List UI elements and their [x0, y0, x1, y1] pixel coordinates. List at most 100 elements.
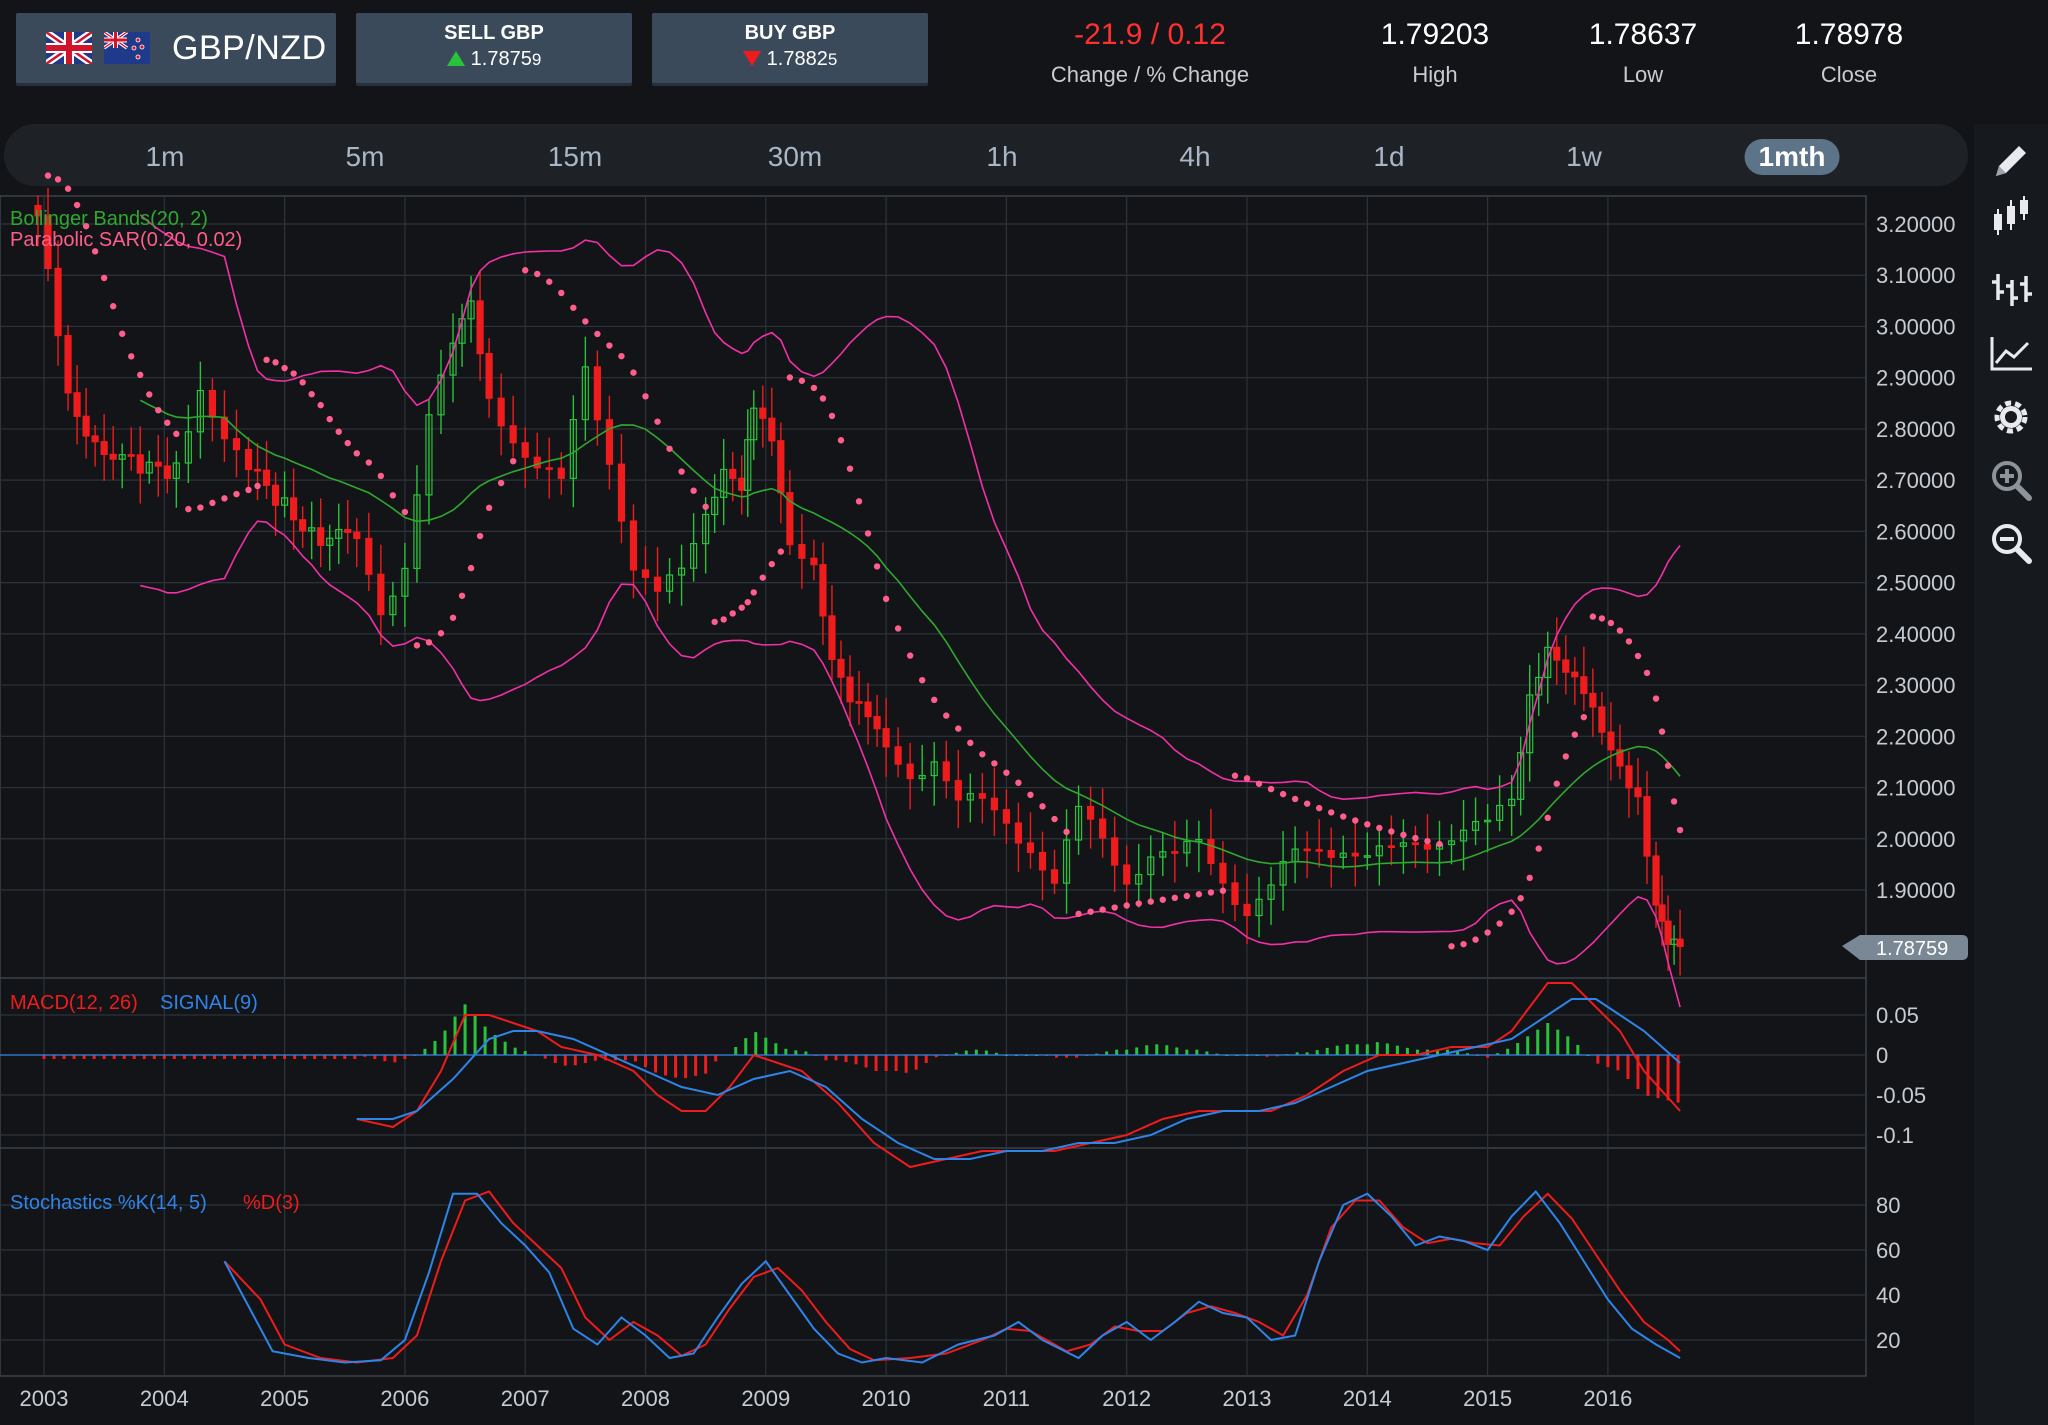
- sar-dot: [1472, 936, 1479, 943]
- sar-dot: [1652, 695, 1660, 702]
- macd-histogram-bar: [1626, 1055, 1630, 1079]
- sar-dot: [882, 595, 890, 603]
- candle-body: [100, 441, 108, 455]
- sar-dot: [943, 712, 950, 719]
- sar-dot: [678, 468, 685, 475]
- macd-histogram-bar: [1656, 1055, 1660, 1099]
- macd-histogram-bar: [694, 1055, 698, 1076]
- zoom-in-icon[interactable]: [1988, 457, 2034, 503]
- candle-body: [365, 537, 373, 575]
- price-chart[interactable]: 2003 2004 2005 2006 2007 2008 2009 2010 2011 2012…: [0, 0, 1970, 1425]
- candle-body: [509, 425, 517, 444]
- candle-body: [1002, 809, 1011, 824]
- candle-body: [377, 573, 385, 616]
- x-tick-label: 2013: [1223, 1386, 1272, 1411]
- sar-dot: [918, 676, 926, 684]
- macd-histogram-bar: [383, 1055, 387, 1062]
- macd-tick-label: 0: [1876, 1043, 1888, 1068]
- x-tick-label: 2004: [140, 1386, 189, 1411]
- sar-dot: [1171, 894, 1179, 902]
- sar-dot: [1589, 613, 1597, 620]
- macd-histogram-bar: [964, 1050, 968, 1055]
- candle-body: [837, 658, 845, 678]
- sar-dot: [344, 439, 351, 447]
- sar-dot: [1412, 834, 1419, 842]
- sar-dot: [485, 504, 493, 512]
- sar-dot: [1400, 831, 1407, 839]
- sar-dot: [759, 574, 766, 581]
- macd-line: [356, 982, 1681, 1169]
- sar-dot: [1255, 780, 1263, 787]
- macd-histogram-bar: [1576, 1045, 1580, 1055]
- sar-dot: [1664, 762, 1672, 769]
- macd-histogram-bar: [1375, 1042, 1379, 1055]
- sar-dot: [1183, 892, 1191, 900]
- candle-body: [163, 465, 171, 479]
- sar-dot: [786, 374, 794, 381]
- sar-dot: [522, 267, 529, 274]
- sar-dot: [1039, 803, 1046, 810]
- sar-dot: [864, 530, 872, 537]
- y-tick-label: 3.10000: [1876, 263, 1956, 288]
- candle-body: [855, 701, 863, 704]
- candle-body: [1026, 842, 1035, 854]
- line-chart-icon[interactable]: [1988, 329, 2034, 375]
- macd-histogram-bar: [704, 1055, 708, 1074]
- sar-dot: [118, 330, 126, 337]
- macd-tick-label: -0.05: [1876, 1083, 1926, 1108]
- sar-dot: [720, 616, 727, 623]
- macd-histogram-bar: [1185, 1049, 1189, 1055]
- macd-histogram-bar: [633, 1055, 637, 1062]
- sar-dot: [1562, 753, 1569, 760]
- candle-body: [798, 544, 806, 559]
- sar-dot: [1544, 814, 1551, 822]
- sar-dot: [837, 437, 845, 444]
- sar-dot: [1553, 780, 1560, 787]
- sar-dot: [750, 589, 757, 596]
- sar-dot: [497, 479, 505, 487]
- macd-histogram-bar: [834, 1055, 838, 1061]
- macd-histogram-bar: [1125, 1049, 1129, 1055]
- macd-histogram-bar: [854, 1055, 858, 1065]
- sar-dot: [894, 625, 902, 632]
- macd-histogram-bar: [443, 1030, 447, 1055]
- candle-body: [605, 419, 614, 465]
- stoch-tick-label: 40: [1876, 1283, 1900, 1308]
- sar-dot: [1460, 940, 1467, 948]
- y-tick-label: 2.50000: [1876, 571, 1956, 596]
- bars-icon[interactable]: [1988, 266, 2034, 312]
- sar-dot: [931, 696, 938, 704]
- candle-body: [497, 397, 505, 427]
- candle-body: [882, 728, 890, 748]
- candle-body: [1643, 796, 1651, 857]
- sar-dot: [1063, 828, 1070, 836]
- macd-histogram-bar: [754, 1032, 758, 1055]
- zoom-out-icon[interactable]: [1988, 520, 2034, 566]
- candle-body: [1652, 855, 1660, 906]
- candle-body: [978, 793, 986, 799]
- macd-label: MACD(12, 26): [10, 992, 138, 1014]
- macd-histogram-bar: [1165, 1045, 1169, 1055]
- x-tick-label: 2008: [621, 1386, 670, 1411]
- candle-body: [641, 569, 650, 578]
- candle-body: [127, 454, 135, 457]
- y-tick-label: 2.10000: [1876, 776, 1956, 801]
- macd-histogram-bar: [1175, 1047, 1179, 1055]
- sar-dot: [967, 739, 974, 747]
- pencil-icon[interactable]: [1988, 138, 2034, 184]
- sar-dot: [570, 304, 577, 311]
- candle-body: [557, 467, 565, 479]
- candlestick-icon[interactable]: [1988, 194, 2034, 240]
- sar-dot: [1535, 845, 1542, 852]
- sar-dot: [606, 342, 613, 349]
- gear-icon[interactable]: [1988, 394, 2034, 440]
- macd-histogram-bar: [433, 1041, 437, 1055]
- candle-body: [1303, 848, 1311, 852]
- sar-dot: [1517, 895, 1524, 902]
- sar-dot: [582, 318, 589, 325]
- macd-histogram-bar: [423, 1048, 427, 1055]
- sar-dot: [317, 401, 324, 409]
- candle-body: [894, 746, 902, 765]
- sar-dot: [1159, 896, 1166, 903]
- sar-dot: [630, 369, 637, 376]
